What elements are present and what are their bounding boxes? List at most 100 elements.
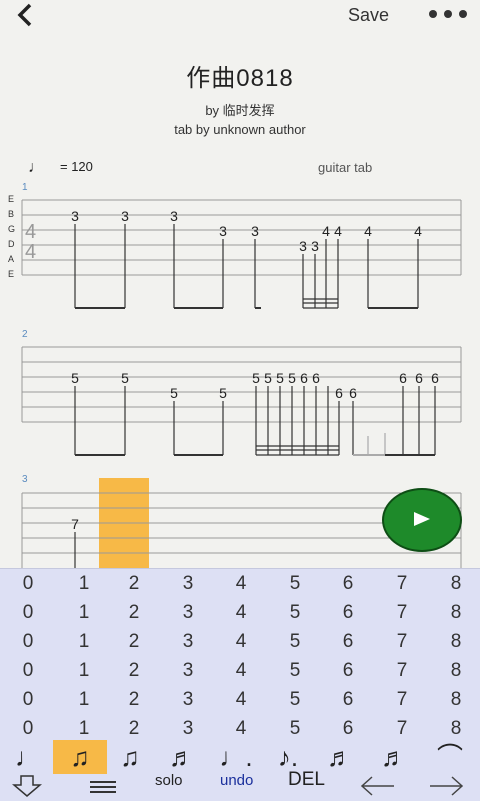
fret-key[interactable]: 5 [280, 718, 310, 740]
fret-key[interactable]: 3 [173, 718, 203, 740]
fret-key[interactable]: 5 [280, 631, 310, 653]
tab-note: 6 [349, 385, 357, 401]
fret-key[interactable]: 6 [333, 573, 363, 595]
save-button[interactable]: Save [348, 5, 389, 26]
fret-key[interactable]: 0 [13, 718, 43, 740]
fret-key[interactable]: 7 [387, 689, 417, 711]
fret-key[interactable]: 8 [441, 660, 471, 682]
system-number: 2 [22, 329, 28, 340]
fret-key[interactable]: 3 [173, 573, 203, 595]
string-label: E [8, 269, 14, 279]
fret-key[interactable]: 0 [13, 573, 43, 595]
tab-note: 3 [219, 223, 227, 239]
tab-note: 3 [251, 223, 259, 239]
fret-key[interactable]: 4 [226, 631, 256, 653]
tab-note: 5 [276, 370, 284, 386]
fret-key[interactable]: 4 [226, 718, 256, 740]
fret-key[interactable]: 2 [119, 573, 149, 595]
tab-note: 3 [299, 238, 307, 254]
fret-key[interactable]: 4 [226, 573, 256, 595]
menu-icon[interactable] [90, 780, 116, 794]
tab-note: 4 [364, 223, 372, 239]
fret-key[interactable]: 2 [119, 689, 149, 711]
fret-key[interactable]: 0 [13, 631, 43, 653]
notes-system-2: 5 5 5 5 5 5 5 5 6 6 6 6 6 6 6 [71, 370, 439, 401]
fret-key[interactable]: 0 [13, 660, 43, 682]
fret-key[interactable]: 5 [280, 573, 310, 595]
fret-key[interactable]: 6 [333, 718, 363, 740]
tab-note: 4 [334, 223, 342, 239]
delete-button[interactable]: DEL [288, 769, 325, 791]
fret-key[interactable]: 5 [280, 689, 310, 711]
down-arrow-icon[interactable] [12, 775, 42, 797]
fret-key[interactable]: 4 [226, 660, 256, 682]
fret-row: 0 12 3 4 5 6 7 8 [0, 628, 480, 656]
eighth-note-pair-button[interactable]: ♫ [110, 740, 150, 774]
fret-key[interactable]: 2 [119, 660, 149, 682]
tab-author: tab by unknown author [174, 122, 306, 137]
fret-key[interactable]: 7 [387, 602, 417, 624]
left-arrow-icon[interactable] [360, 776, 396, 796]
tab-note: 5 [121, 370, 129, 386]
fret-key[interactable]: 5 [280, 602, 310, 624]
fret-key[interactable]: 7 [387, 573, 417, 595]
more-options-icon[interactable] [428, 7, 468, 21]
triplet-button[interactable]: ♬ [320, 740, 360, 774]
fret-row: 0 12 3 4 5 6 7 8 [0, 686, 480, 714]
tab-note: 6 [399, 370, 407, 386]
fret-key[interactable]: 1 [69, 660, 99, 682]
system-number: 1 [22, 182, 28, 193]
fret-key[interactable]: 3 [173, 689, 203, 711]
back-arrow-icon[interactable] [12, 2, 38, 28]
sixteenth-group-button[interactable]: ♬ [374, 740, 414, 774]
fret-key[interactable]: 1 [69, 689, 99, 711]
tab-note: 5 [219, 385, 227, 401]
fret-key[interactable]: 8 [441, 602, 471, 624]
tab-note: 6 [312, 370, 320, 386]
fret-key[interactable]: 2 [119, 718, 149, 740]
tempo-marking[interactable]: ♩ = 120 [28, 158, 93, 176]
tie-button[interactable]: ⌒ [430, 740, 470, 774]
fret-row: 0 12 3 4 5 6 7 8 [0, 715, 480, 743]
fret-key[interactable]: 6 [333, 689, 363, 711]
tab-note: 3 [170, 208, 178, 224]
fret-key[interactable]: 0 [13, 602, 43, 624]
fret-key[interactable]: 1 [69, 573, 99, 595]
right-arrow-icon[interactable] [428, 776, 464, 796]
fret-key[interactable]: 8 [441, 573, 471, 595]
fret-key[interactable]: 4 [226, 602, 256, 624]
fret-key[interactable]: 6 [333, 631, 363, 653]
quarter-note-button[interactable]: ♩ [8, 740, 48, 774]
fret-key[interactable]: 6 [333, 660, 363, 682]
fret-key[interactable]: 6 [333, 602, 363, 624]
tab-note: 3 [311, 238, 319, 254]
dotted-quarter-button[interactable]: ♩. [216, 740, 256, 774]
fret-key[interactable]: 7 [387, 631, 417, 653]
song-title[interactable]: 作曲0818 [0, 58, 480, 93]
fret-key[interactable]: 0 [13, 689, 43, 711]
fret-key[interactable]: 8 [441, 631, 471, 653]
fret-key[interactable]: 1 [69, 602, 99, 624]
eighth-note-button[interactable]: ♫ [53, 740, 107, 774]
fret-key[interactable]: 1 [69, 631, 99, 653]
fret-key[interactable]: 7 [387, 660, 417, 682]
undo-button[interactable]: undo [220, 772, 253, 789]
solo-button[interactable]: solo [155, 772, 183, 789]
fret-key[interactable]: 3 [173, 660, 203, 682]
fret-row: 0 12 3 4 5 6 7 8 [0, 657, 480, 685]
fret-key[interactable]: 3 [173, 631, 203, 653]
fret-key[interactable]: 3 [173, 602, 203, 624]
fret-key[interactable]: 5 [280, 660, 310, 682]
fret-key[interactable]: 8 [441, 718, 471, 740]
staff-lines-1 [21, 199, 462, 276]
fret-key[interactable]: 1 [69, 718, 99, 740]
fret-row: 0 12 3 4 5 6 7 8 [0, 599, 480, 627]
fret-key[interactable]: 8 [441, 689, 471, 711]
fret-key[interactable]: 2 [119, 602, 149, 624]
fret-key[interactable]: 7 [387, 718, 417, 740]
fret-row: 0 12 3 4 5 6 7 8 [0, 570, 480, 598]
fret-key[interactable]: 4 [226, 689, 256, 711]
fret-key[interactable]: 2 [119, 631, 149, 653]
play-button[interactable] [382, 488, 462, 552]
sixteenth-note-button[interactable]: ♬ [162, 740, 202, 774]
